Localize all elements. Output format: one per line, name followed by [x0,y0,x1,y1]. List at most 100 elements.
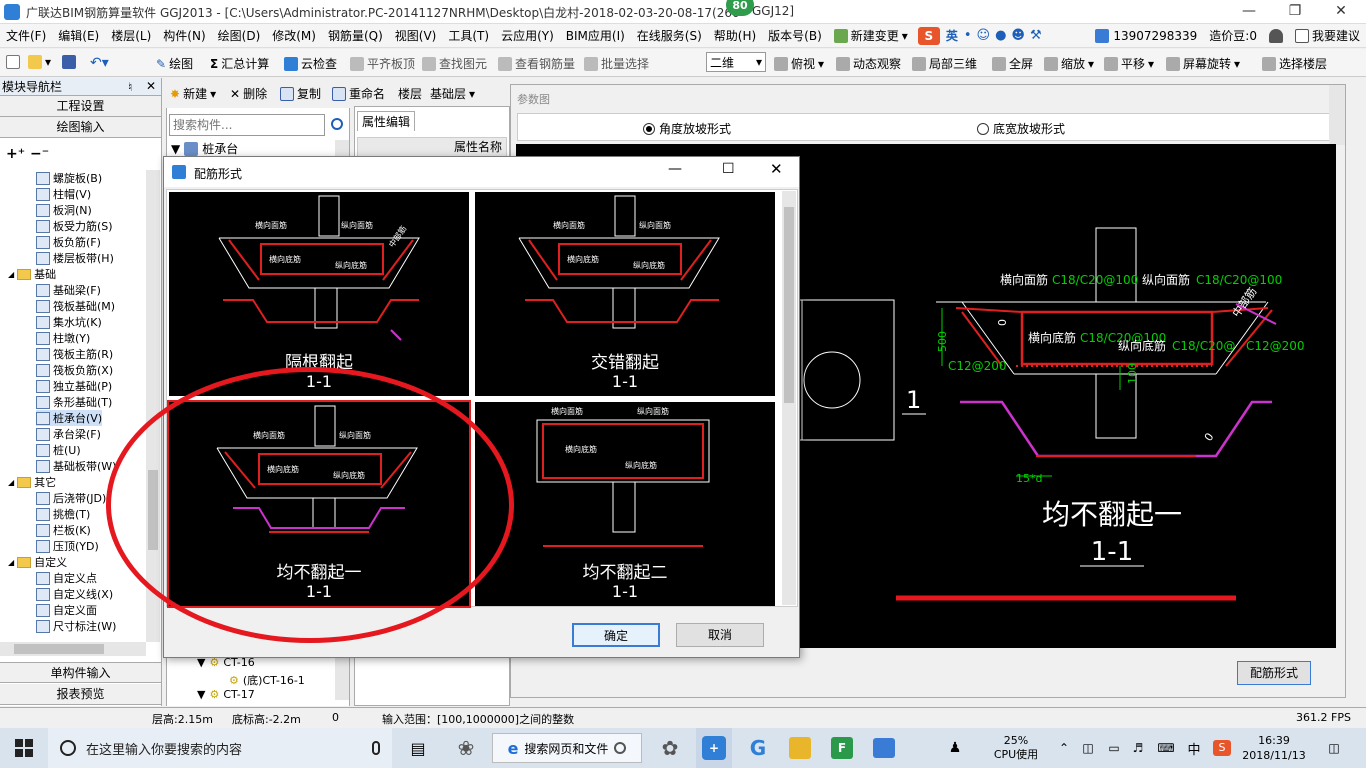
tree-item[interactable]: 压顶(YD) [36,538,99,554]
taskbar-search-box[interactable]: 在这里输入你要搜索的内容 [48,728,392,768]
zoom-button[interactable]: 缩放 ▾ [1044,55,1094,72]
dynamic-view-button[interactable]: 动态观察 [836,55,901,72]
close-button[interactable]: ✕ [1318,0,1364,24]
ime-lang-toggle[interactable]: 英 [940,27,964,44]
component-search-input[interactable] [169,114,325,136]
draw-button[interactable]: ✎ 绘图 [156,55,193,72]
tree-item-ct17[interactable]: ▼ ⚙ CT-17 [197,688,255,701]
tree-item[interactable]: 独立基础(P) [36,378,112,394]
cpu-usage-widget[interactable]: 25% CPU使用 [980,728,1052,768]
tray-battery-icon[interactable]: ▭ [1102,728,1126,768]
menu-component[interactable]: 构件(N) [157,27,211,44]
tree-item[interactable]: 楼层板带(H) [36,250,114,266]
tree-item[interactable]: 集水坑(K) [36,314,102,330]
local-3d-button[interactable]: 局部三维 [912,55,977,72]
tree-item[interactable]: 柱墩(Y) [36,330,90,346]
restore-button[interactable]: ❐ [1272,0,1318,24]
cancel-button[interactable]: 取消 [676,623,764,647]
dialog-scroll-thumb[interactable] [784,207,794,403]
suggest-link[interactable]: 我要建议 [1289,27,1366,44]
tree-item[interactable]: 桩承台(V) [36,410,103,426]
bell-icon[interactable] [1268,28,1283,43]
rename-component-button[interactable]: 重命名 [332,85,385,102]
user-account[interactable]: 13907298339 [1089,28,1203,43]
tray-network-icon[interactable]: ◫ [1076,728,1100,768]
browser-search-box[interactable]: e 搜索网页和文件 [492,733,642,763]
glodon-app-icon[interactable]: + [696,728,732,768]
menu-edit[interactable]: 编辑(E) [52,27,105,44]
score-badge[interactable]: 80 [726,0,754,16]
left-hscrollbar[interactable] [0,642,146,656]
tree-item[interactable]: 桩(U) [36,442,81,458]
tree-folder[interactable]: ◢ 自定义 [8,554,67,570]
menu-online[interactable]: 在线服务(S) [631,27,708,44]
price-beans[interactable]: 造价豆:0 [1203,27,1263,44]
tree-folder[interactable]: ◢ 基础 [8,266,56,282]
expand-arrow-icon[interactable]: ◢ [8,478,14,487]
align-top-button[interactable]: 平齐板顶 [350,55,415,72]
radio-width-slope[interactable]: 底宽放坡形式 [977,120,1065,137]
sogou-icon[interactable]: S [917,26,940,45]
task-view-button[interactable]: ▤ [400,728,436,768]
input-language[interactable]: 中 [1182,728,1206,768]
menu-tools[interactable]: 工具(T) [442,27,495,44]
pinwheel-app-icon[interactable]: ❀ [448,728,484,768]
expand-arrow-icon[interactable]: ◢ [8,558,14,567]
tree-item[interactable]: 自定义线(X) [36,586,113,602]
pan-button[interactable]: 平移 ▾ [1104,55,1154,72]
menu-version[interactable]: 版本号(B) [762,27,828,44]
menu-floor[interactable]: 楼层(L) [105,27,157,44]
rotate-button[interactable]: 屏幕旋转 ▾ [1166,55,1240,72]
ok-button[interactable]: 确定 [572,623,660,647]
ime-tools-icons[interactable]: •☺●☻⚒ [964,28,1047,43]
tree-item[interactable]: 筏板基础(M) [36,298,115,314]
select-floor-button[interactable]: 选择楼层 [1262,55,1327,72]
tree-item[interactable]: 尺寸标注(W) [36,618,116,634]
delete-component-button[interactable]: ✕ 删除 [230,85,267,102]
view-direction-button[interactable]: 俯视 ▾ [774,55,824,72]
view-rebar-button[interactable]: 查看钢筋量 [498,55,575,72]
dimension-select[interactable]: 二维 ▾ [706,52,766,72]
tree-item[interactable]: 板洞(N) [36,202,92,218]
start-button[interactable] [0,728,48,768]
tree-item[interactable]: 板受力筋(S) [36,218,113,234]
tree-item[interactable]: 后浇带(JD) [36,490,106,506]
radio-angle-slope[interactable]: 角度放坡形式 [643,120,731,137]
report-preview-button[interactable]: 报表预览 [0,684,161,705]
batch-select-button[interactable]: 批量选择 [584,55,649,72]
menu-bim[interactable]: BIM应用(I) [560,27,631,44]
tray-keyboard-icon[interactable]: ⌨ [1152,728,1180,768]
property-edit-tab[interactable]: 属性编辑 [357,111,416,131]
tree-folder[interactable]: ◢ 其它 [8,474,56,490]
expand-collapse-icons[interactable]: +⁺ −⁻ [6,146,49,162]
floor-select[interactable]: 基础层 ▾ [430,85,475,102]
notification-center-icon[interactable]: ◫ [1316,728,1352,768]
tree-item[interactable]: 螺旋板(B) [36,170,102,186]
menu-modify[interactable]: 修改(M) [266,27,322,44]
rebar-option-staggered[interactable]: 横向面筋 纵向面筋 横向底筋 纵向底筋 交错翻起 1-1 [475,192,775,396]
swirl-app-icon[interactable]: ✿ [652,728,688,768]
rebar-option-none-two[interactable]: 横向面筋 纵向面筋 横向底筋 纵向底筋 均不翻起二 1-1 [475,402,775,606]
pin-icon[interactable]: ♮ [128,80,132,94]
tree-item[interactable]: 栏板(K) [36,522,91,538]
tree-item[interactable]: 自定义点 [36,570,97,586]
new-component-button[interactable]: ✸ 新建 ▾ [170,85,216,102]
pile-cap-tree-root[interactable]: ▼ 桩承台 [171,140,238,157]
dialog-minimize-button[interactable]: — [668,161,682,177]
tree-item[interactable]: 自定义面 [36,602,97,618]
tray-volume-icon[interactable]: ♬ [1126,728,1150,768]
tree-item[interactable]: 承台梁(F) [36,426,101,442]
dialog-grid-scrollbar[interactable] [782,191,796,605]
expand-arrow-icon[interactable]: ◢ [8,270,14,279]
menu-rebar-qty[interactable]: 钢筋量(Q) [322,27,389,44]
single-component-input-button[interactable]: 单构件输入 [0,662,161,683]
dialog-close-button[interactable]: ✕ [770,160,783,178]
menu-view[interactable]: 视图(V) [389,27,443,44]
microphone-icon[interactable] [372,741,380,755]
rebar-option-alternate[interactable]: 横向面筋 纵向面筋 横向底筋 纵向底筋 中部筋 隔根翻起 1-1 [169,192,469,396]
new-change-menu[interactable]: 新建变更 ▾ [828,27,914,44]
new-file-button[interactable] [6,55,20,69]
tree-item[interactable]: 筏板负筋(X) [36,362,113,378]
tree-item[interactable]: 条形基础(T) [36,394,112,410]
tree-item[interactable]: 基础板带(W) [36,458,116,474]
